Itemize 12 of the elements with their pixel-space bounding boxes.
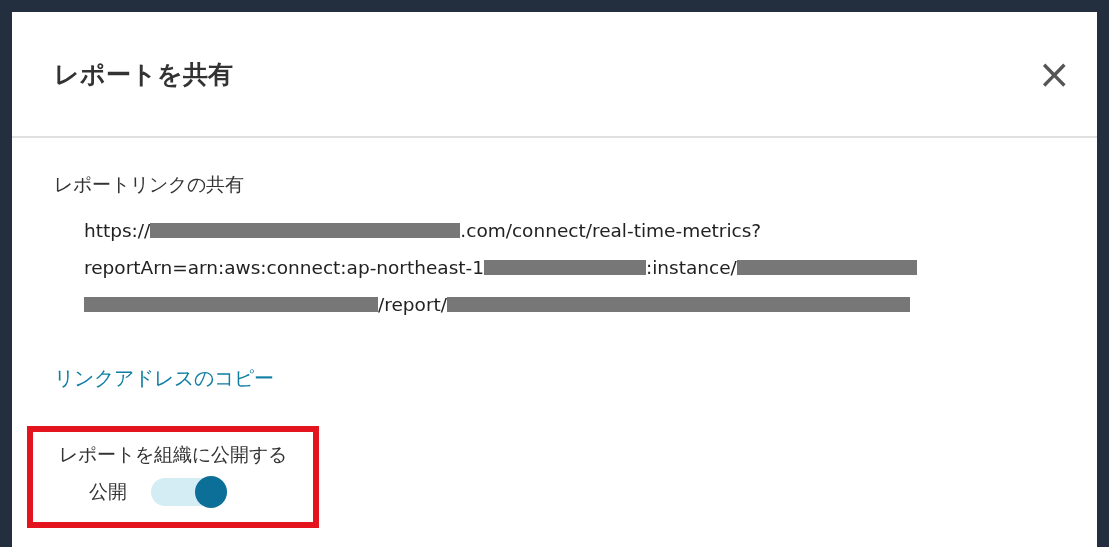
toggle-switch[interactable] — [151, 478, 227, 506]
url-text: /report/ — [378, 294, 447, 315]
close-button[interactable]: × — [1031, 54, 1077, 94]
url-text: .com/connect/real-time-metrics? — [460, 220, 762, 241]
dialog-title: レポートを共有 — [54, 58, 233, 91]
section-heading: レポートリンクの共有 — [54, 172, 245, 197]
url-text: https:// — [84, 220, 151, 241]
url-text: reportArn=arn:aws:connect:ap-northeast-1 — [84, 257, 484, 278]
url-text: :instance/ — [646, 257, 737, 278]
section-heading: レポートを組織に公開する — [59, 442, 287, 467]
toggle-label: 公開 — [89, 479, 127, 504]
copy-link[interactable]: リンクアドレスのコピー — [54, 365, 274, 392]
